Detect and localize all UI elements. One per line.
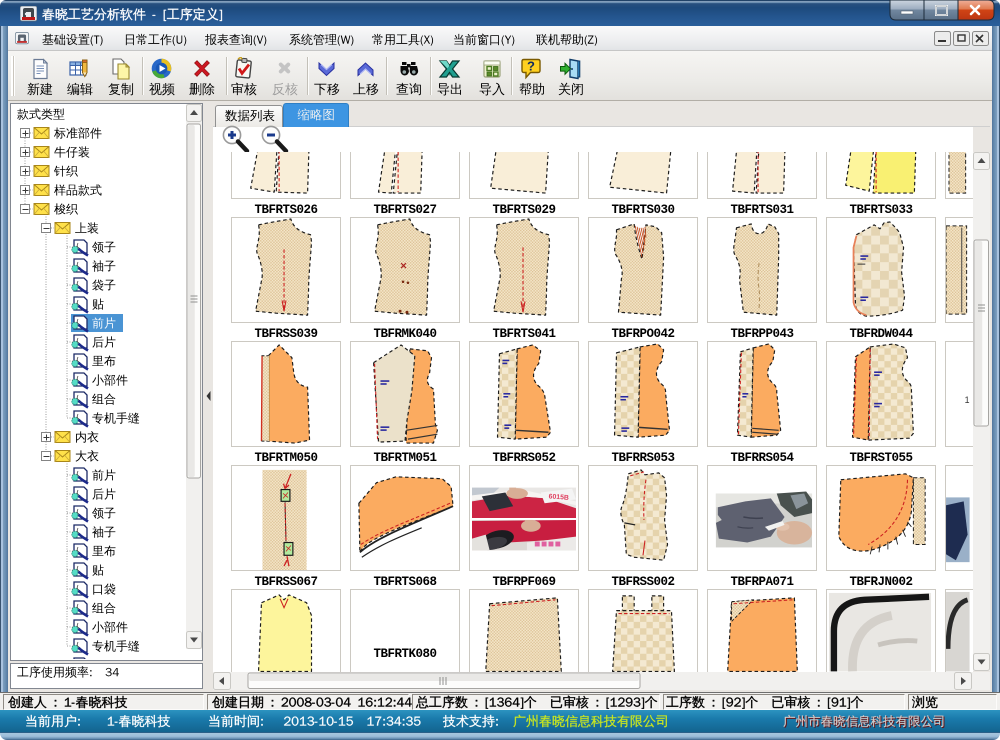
svg-text:6015B: 6015B [548, 493, 569, 501]
svg-text:1: 1 [965, 395, 970, 405]
